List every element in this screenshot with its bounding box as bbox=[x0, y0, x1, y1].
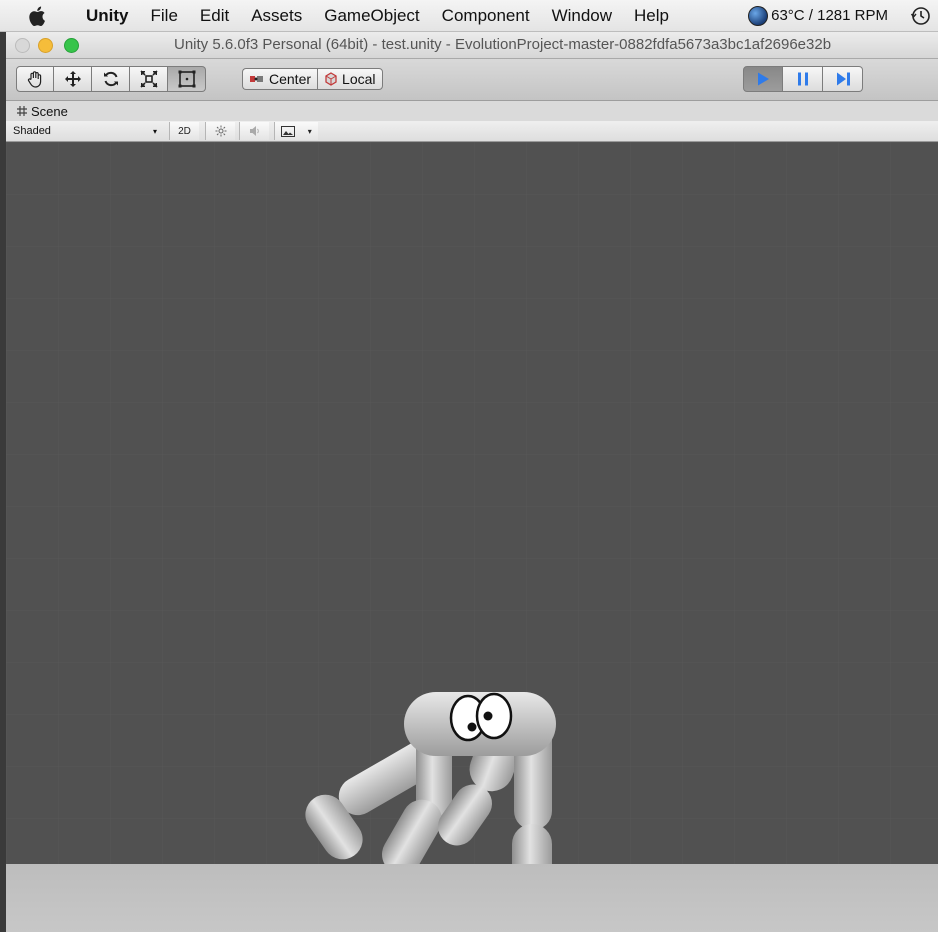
speaker-icon bbox=[249, 126, 259, 136]
pivot-local-button[interactable]: Local bbox=[317, 68, 383, 90]
scene-tab-label: Scene bbox=[31, 103, 68, 119]
shading-mode-dropdown[interactable]: Shaded ▾ bbox=[13, 123, 161, 139]
pivot-center-label: Center bbox=[269, 71, 312, 87]
play-button[interactable] bbox=[743, 66, 783, 92]
scale-tool-icon bbox=[139, 70, 158, 88]
scene-effects-dropdown[interactable]: ▾ bbox=[274, 122, 318, 140]
scene-grid-icon bbox=[17, 106, 27, 116]
menu-window[interactable]: Window bbox=[541, 6, 623, 26]
effects-dropdown-arrow-icon: ▾ bbox=[307, 126, 312, 136]
transform-tools bbox=[16, 66, 206, 92]
menu-extras: 63°C / 1281 RPM bbox=[748, 0, 938, 31]
scene-tab-bar: Scene bbox=[6, 101, 938, 121]
pause-button[interactable] bbox=[783, 66, 823, 92]
time-machine-icon[interactable] bbox=[910, 5, 932, 27]
menu-file[interactable]: File bbox=[140, 6, 189, 26]
rect-tool-icon bbox=[178, 70, 195, 88]
play-icon bbox=[758, 72, 769, 86]
pause-icon bbox=[797, 72, 808, 86]
rotate-tool-button[interactable] bbox=[92, 66, 130, 92]
scene-view-toolbar: Shaded ▾ 2D ▾ bbox=[6, 121, 938, 142]
scene-audio-toggle[interactable] bbox=[239, 122, 269, 140]
apple-icon[interactable] bbox=[28, 3, 54, 29]
close-window-button[interactable] bbox=[15, 38, 30, 53]
hand-tool-button[interactable] bbox=[16, 66, 54, 92]
window-titlebar[interactable]: Unity 5.6.0f3 Personal (64bit) - test.un… bbox=[6, 32, 938, 59]
menu-edit[interactable]: Edit bbox=[189, 6, 240, 26]
menu-assets[interactable]: Assets bbox=[240, 6, 313, 26]
move-tool-icon bbox=[64, 71, 81, 87]
image-effects-icon bbox=[281, 125, 296, 137]
pivot-toggles: Center Local bbox=[242, 68, 383, 90]
temperature-text: 63°C / 1281 RPM bbox=[771, 7, 888, 24]
ground-plane bbox=[6, 864, 938, 932]
pivot-local-label: Local bbox=[342, 71, 376, 87]
menu-component[interactable]: Component bbox=[431, 6, 541, 26]
scene-viewport[interactable] bbox=[6, 142, 938, 864]
zoom-window-button[interactable] bbox=[64, 38, 79, 53]
scene-canvas bbox=[6, 142, 938, 864]
step-button[interactable] bbox=[823, 66, 863, 92]
pivot-center-icon bbox=[250, 76, 263, 82]
creature-right-lower-leg bbox=[512, 824, 552, 864]
main-toolbar: Center Local bbox=[6, 59, 938, 101]
step-icon bbox=[836, 72, 850, 86]
pivot-local-icon bbox=[325, 72, 337, 86]
menu-help[interactable]: Help bbox=[623, 6, 680, 26]
shading-mode-value: Shaded bbox=[13, 125, 51, 137]
hand-tool-icon bbox=[27, 71, 42, 88]
menu-app-unity[interactable]: Unity bbox=[70, 6, 140, 26]
dropdown-arrow-icon: ▾ bbox=[152, 126, 157, 136]
unity-window: Unity 5.6.0f3 Personal (64bit) - test.un… bbox=[6, 32, 938, 932]
menu-gameobject[interactable]: GameObject bbox=[313, 6, 430, 26]
scene-lighting-toggle[interactable] bbox=[205, 122, 235, 140]
move-tool-button[interactable] bbox=[54, 66, 92, 92]
window-title: Unity 5.6.0f3 Personal (64bit) - test.un… bbox=[174, 36, 832, 53]
toggle-2d-label: 2D bbox=[178, 125, 191, 137]
rect-tool-button[interactable] bbox=[168, 66, 206, 92]
play-controls bbox=[743, 66, 863, 92]
toggle-2d-button[interactable]: 2D bbox=[169, 122, 199, 140]
sun-icon bbox=[215, 125, 226, 137]
pivot-center-button[interactable]: Center bbox=[242, 68, 318, 90]
scale-tool-button[interactable] bbox=[130, 66, 168, 92]
creature-eyes bbox=[449, 692, 513, 742]
temperature-status[interactable]: 63°C / 1281 RPM bbox=[748, 5, 888, 26]
globe-icon bbox=[748, 5, 769, 26]
scene-tab[interactable]: Scene bbox=[16, 104, 68, 119]
rotate-tool-icon bbox=[103, 71, 118, 87]
mac-menu-bar: Unity File Edit Assets GameObject Compon… bbox=[0, 0, 938, 32]
minimize-window-button[interactable] bbox=[38, 38, 53, 53]
